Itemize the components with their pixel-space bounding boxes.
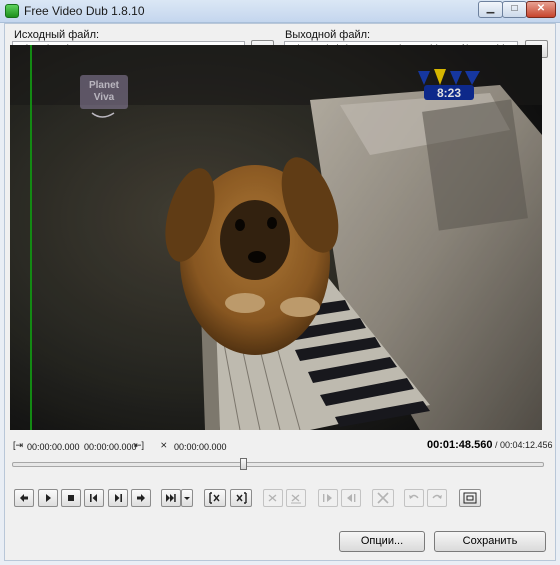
current-time: 00:01:48.560 [427, 439, 493, 451]
go-to-end-button[interactable] [161, 489, 181, 507]
start-marker-icon: [⇥ [13, 440, 24, 450]
keyframe-button[interactable] [459, 489, 481, 507]
video-left-edge-line [30, 45, 32, 430]
minimize-icon: ▁ [486, 3, 495, 14]
delete-marker-icon: ⨯ [160, 440, 168, 450]
output-file-label: Выходной файл: [285, 29, 371, 41]
redo-icon [432, 494, 442, 499]
delete-time: 00:00:00.000 [174, 442, 227, 452]
video-frame-image: Planet Viva 8:23 [10, 45, 542, 430]
save-button[interactable]: Сохранить [434, 531, 546, 552]
set-start-marker-button[interactable] [204, 489, 226, 507]
total-time: / 00:04:12.456 [495, 440, 553, 450]
prev-marker-button[interactable] [318, 489, 338, 507]
keyframe-icon [463, 492, 477, 504]
minimize-button[interactable]: ▁ [478, 1, 503, 18]
position-slider-thumb[interactable] [240, 458, 247, 470]
delete-selection-icon [268, 494, 277, 502]
redo-button[interactable] [427, 489, 447, 507]
remove-icon [377, 492, 389, 504]
prev-marker-icon [323, 494, 332, 502]
previous-frame-button[interactable] [84, 489, 104, 507]
next-marker-button[interactable] [341, 489, 361, 507]
go-to-end-icon [166, 494, 176, 502]
selection-start-time: 00:00:00.000 [27, 442, 80, 452]
next-marker-icon [347, 494, 356, 502]
window-title: Free Video Dub 1.8.10 [24, 4, 145, 18]
selection-end-time: 00:00:00.000 [84, 442, 137, 452]
maximize-button[interactable]: □ [502, 1, 527, 18]
go-to-end-dropdown[interactable] [181, 489, 193, 507]
app-icon [5, 4, 19, 18]
position-slider-track[interactable] [12, 462, 544, 467]
remove-button[interactable] [372, 489, 394, 507]
close-icon: ✕ [536, 3, 546, 14]
source-file-label: Исходный файл: [14, 29, 100, 41]
next-frame-button[interactable] [108, 489, 128, 507]
undo-icon [409, 494, 419, 499]
set-end-marker-icon [236, 492, 247, 504]
previous-frame-icon [90, 494, 97, 502]
set-end-marker-button[interactable] [230, 489, 252, 507]
end-marker-icon: ⇤] [134, 440, 145, 450]
stop-button[interactable] [61, 489, 81, 507]
fast-forward-icon [137, 494, 145, 502]
maximize-icon: □ [511, 3, 518, 14]
next-frame-icon [115, 494, 122, 502]
clear-selection-button[interactable] [286, 489, 306, 507]
options-button[interactable]: Опции... [339, 531, 425, 552]
rewind-icon [20, 494, 28, 502]
play-button[interactable] [38, 489, 58, 507]
set-start-marker-icon [209, 492, 220, 504]
dropdown-arrow-icon [184, 497, 190, 500]
undo-button[interactable] [404, 489, 424, 507]
delete-selection-button[interactable] [263, 489, 283, 507]
close-button[interactable]: ✕ [526, 1, 556, 18]
stop-icon [68, 495, 74, 501]
video-preview[interactable]: Planet Viva 8:23 [10, 45, 542, 430]
play-icon [46, 494, 51, 502]
rewind-button[interactable] [14, 489, 34, 507]
title-bar: Free Video Dub 1.8.10 ▁ □ ✕ [0, 0, 560, 23]
fast-forward-button[interactable] [131, 489, 151, 507]
clear-selection-icon [291, 494, 301, 504]
